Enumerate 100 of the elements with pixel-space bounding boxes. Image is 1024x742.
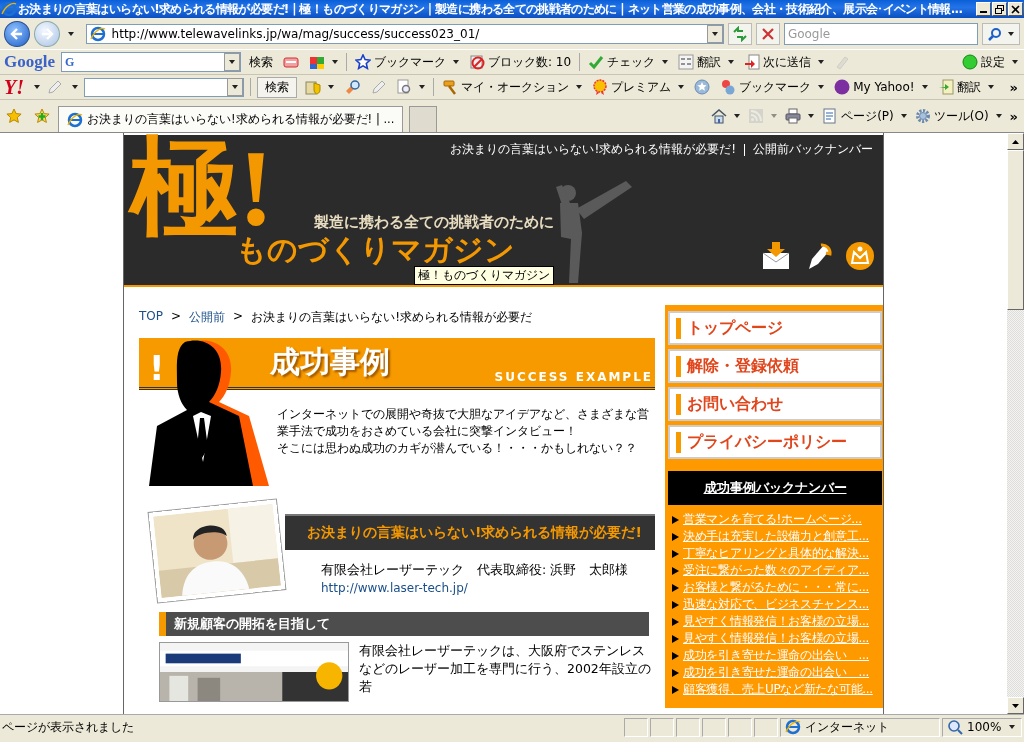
toolbar-button[interactable]: ブックマーク [353, 51, 461, 73]
interview-headline: お決まりの言葉はいらない!求められる情報が必要だ! [285, 514, 655, 550]
intro-text: インターネットでの展開や奇抜で大胆なアイデアなど、さまざまな営業手法で成功をおさめている会社に突撃インタビュー！ [277, 406, 650, 440]
toolbar-logo: Y! [4, 75, 24, 99]
back-button[interactable] [4, 20, 30, 47]
ribbon-icon [592, 79, 609, 95]
tooltip: 極！ものづくりマガジン [414, 266, 554, 285]
exclamation-mark: ! [149, 347, 165, 388]
arrow-up-icon [1012, 139, 1019, 144]
more-button[interactable]: » [1007, 105, 1020, 127]
bullet-icon [672, 685, 679, 694]
bullet-icon [672, 532, 679, 541]
search-button[interactable] [982, 22, 1020, 45]
star-circle-icon [694, 79, 711, 95]
status-pane [650, 717, 674, 737]
address-bar[interactable]: http://www.telewavelinks.jp/wa/mag/success/success023_01/ [85, 23, 725, 44]
scrollbar[interactable] [1007, 133, 1024, 714]
backnumber-title-link[interactable]: 成功事例バックナンバー [703, 479, 847, 497]
article-heading: 新規顧客の開拓を目指して [159, 612, 649, 636]
toolbar-button[interactable]: 次に送信 [742, 51, 827, 73]
bullet-icon [672, 515, 679, 524]
nav-button[interactable]: トップページ [668, 311, 882, 345]
toolbar-button[interactable]: ページ(P) [820, 105, 909, 127]
toolbar-button[interactable]: 翻訳 [935, 76, 996, 98]
refresh-icon [732, 25, 749, 42]
toolbar-search-field[interactable]: G [61, 52, 241, 72]
toolbar-button[interactable]: ツール(O) [912, 105, 1004, 127]
nav-button[interactable]: プライバシーポリシー [668, 425, 882, 459]
caret-icon [1012, 60, 1018, 64]
toolbar-button[interactable]: ブックマーク [718, 76, 827, 98]
breadcrumb-link[interactable]: 公開前 [189, 309, 226, 326]
settings-button[interactable]: 設定 [960, 51, 1020, 73]
close-icon [1011, 4, 1020, 14]
status-pane [702, 717, 726, 737]
close-button[interactable] [1008, 2, 1023, 16]
company-name: 有限会社レーザーテック 代表取締役: 浜野 太郎様 [321, 562, 630, 579]
status-pane [676, 717, 700, 737]
company-link[interactable]: http://www.laser-tech.jp/ [321, 581, 655, 595]
breadcrumb-separator: > [171, 309, 182, 325]
address-field[interactable]: http://www.telewavelinks.jp/wa/mag/success/success023_01/ [109, 25, 704, 42]
nav-button[interactable]: お問い合わせ [668, 387, 882, 421]
star-icon [355, 54, 371, 70]
breadcrumb-separator: > [233, 309, 244, 325]
caret-icon [232, 85, 239, 89]
search-button[interactable]: 検索 [247, 51, 275, 73]
no-sign-icon [469, 54, 485, 70]
toolbar-button[interactable]: チェック [586, 51, 671, 73]
bullet-icon [672, 651, 679, 660]
bullet-icon [672, 566, 679, 575]
more-button[interactable]: » [1007, 76, 1020, 98]
arrow-right-icon [39, 26, 54, 41]
header-link[interactable]: お決まりの言葉はいらない!求められる情報が必要だ! [450, 141, 736, 158]
hammer-icon [442, 79, 459, 95]
dropdown-button[interactable] [707, 24, 724, 43]
puzzle-icon [309, 54, 325, 70]
browser-tab[interactable]: お決まりの言葉はいらない!求められる情報が必要だ! | ... [58, 106, 404, 132]
toolbar-button[interactable]: ブロック数: 10 [467, 51, 574, 73]
section-title: 成功事例 [269, 343, 390, 381]
toolbar-button[interactable]: My Yahoo! [832, 76, 930, 98]
toolbar-button[interactable]: 翻訳 [676, 51, 737, 73]
intro-text: そこには思わぬ成功のカギが潜んでいる！・・・かもしれない？？ [277, 440, 638, 457]
globe-icon [89, 25, 106, 42]
eraser-icon [834, 54, 851, 70]
check-icon [588, 54, 605, 70]
mail-icon [761, 241, 791, 271]
bullet-icon [672, 668, 679, 677]
article-text: 有限会社レーザーテックは、大阪府でステンレスなどのレーザー加工を専門に行う、2002年設立の若 [359, 642, 652, 696]
toolbar-search-field[interactable] [84, 77, 245, 97]
crown-circle-icon [845, 241, 875, 271]
search-field[interactable]: Google [783, 22, 979, 45]
stop-button[interactable] [756, 22, 780, 45]
translate-icon [678, 54, 695, 70]
toolbar-button[interactable]: プレミアム [590, 76, 687, 98]
toolbar-button[interactable]: マイ・オークション [440, 76, 585, 98]
section-subtitle: SUCCESS EXAMPLE [494, 370, 653, 384]
pen-icon [370, 79, 387, 95]
scroll-thumb[interactable] [1007, 150, 1024, 310]
dropdown-button[interactable] [224, 53, 240, 71]
restore-button[interactable] [992, 2, 1007, 16]
pen-icon [46, 79, 62, 95]
page-icon [822, 108, 839, 124]
document-magnifier-icon [396, 79, 413, 95]
header-link[interactable]: 公開前バックナンバー [753, 141, 873, 158]
breadcrumb-link[interactable]: TOP [139, 309, 163, 326]
zoom-button[interactable]: 100% [942, 717, 1022, 737]
minimize-button[interactable] [976, 2, 991, 16]
tagline: 製造に携わる全ての挑戦者のために [314, 213, 554, 232]
restore-icon [995, 4, 1004, 14]
nav-button[interactable]: 解除・登録依頼 [668, 349, 882, 383]
dropdown-button[interactable] [227, 78, 244, 96]
caret-icon [229, 60, 235, 64]
star-icon [6, 108, 22, 124]
caret-icon [34, 85, 40, 89]
printer-icon [785, 108, 802, 124]
browser-tab[interactable] [409, 106, 438, 132]
circle-icon [834, 79, 851, 95]
toolbar-icon-button[interactable] [692, 76, 713, 98]
star-plus-icon [34, 108, 50, 124]
search-button[interactable]: 検索 [257, 76, 298, 98]
close-icon [761, 27, 774, 40]
